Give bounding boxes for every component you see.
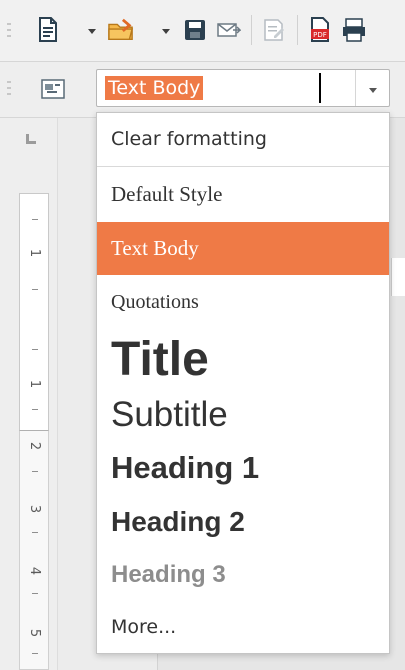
ruler-tick [32, 349, 38, 350]
save-icon[interactable] [182, 15, 208, 45]
ruler-tick [32, 289, 38, 290]
toolbar-grip[interactable] [7, 81, 11, 99]
open-folder-icon[interactable] [108, 15, 134, 45]
toolbar-grip[interactable] [7, 23, 11, 41]
new-document-icon[interactable] [35, 15, 61, 45]
style-item-text-body[interactable]: Text Body [97, 222, 389, 275]
chevron-down-icon [368, 79, 378, 98]
email-document-icon[interactable] [216, 15, 242, 45]
ruler-tick [32, 593, 38, 594]
style-item-title[interactable]: Title [97, 330, 389, 390]
ruler-corner-icon [26, 134, 36, 144]
ruler-tick [32, 532, 38, 533]
ruler-tick [32, 219, 38, 220]
style-item-default-style[interactable]: Default Style [97, 167, 389, 222]
ruler-tick [32, 653, 38, 654]
style-dropdown-button[interactable] [355, 70, 389, 106]
style-item-heading-1[interactable]: Heading 1 [97, 441, 389, 495]
ruler-label: 5 [27, 628, 42, 638]
vertical-ruler: 1 1 2 3 4 5 [0, 118, 58, 670]
print-icon[interactable] [341, 15, 367, 45]
styles-sidebar-icon[interactable] [40, 74, 66, 104]
edit-document-icon[interactable] [261, 15, 287, 45]
open-dropdown-icon[interactable] [160, 25, 172, 37]
paragraph-style-combobox[interactable]: Text Body [96, 69, 390, 107]
style-item-more[interactable]: More... [97, 601, 389, 653]
formatting-toolbar: Text Body [0, 62, 405, 118]
ruler-label: 4 [27, 566, 42, 576]
ruler-label: 3 [27, 504, 42, 514]
toolbar-separator [297, 15, 298, 45]
style-item-subtitle[interactable]: Subtitle [97, 390, 389, 440]
ruler-label: 1 [27, 248, 42, 258]
svg-text:PDF: PDF [313, 31, 327, 39]
page-edge [391, 258, 405, 296]
new-document-dropdown-icon[interactable] [86, 25, 98, 37]
style-item-clear-formatting[interactable]: Clear formatting [97, 113, 389, 166]
ruler-label: 2 [27, 441, 42, 451]
writer-window: PDF Text Body 1 1 2 3 4 5 Clear formatti… [0, 0, 405, 670]
paragraph-style-dropdown[interactable]: Clear formatting Default Style Text Body… [96, 112, 390, 654]
style-item-quotations[interactable]: Quotations [97, 275, 389, 330]
ruler-tick [32, 409, 38, 410]
style-item-heading-3[interactable]: Heading 3 [97, 549, 389, 601]
ruler-label: 1 [27, 379, 42, 389]
ruler-tick [32, 471, 38, 472]
text-cursor [319, 73, 321, 103]
export-pdf-icon[interactable]: PDF [307, 15, 333, 45]
standard-toolbar: PDF [0, 0, 405, 62]
paragraph-style-input[interactable]: Text Body [105, 76, 204, 100]
toolbar-separator [251, 15, 252, 45]
style-item-heading-2[interactable]: Heading 2 [97, 495, 389, 549]
